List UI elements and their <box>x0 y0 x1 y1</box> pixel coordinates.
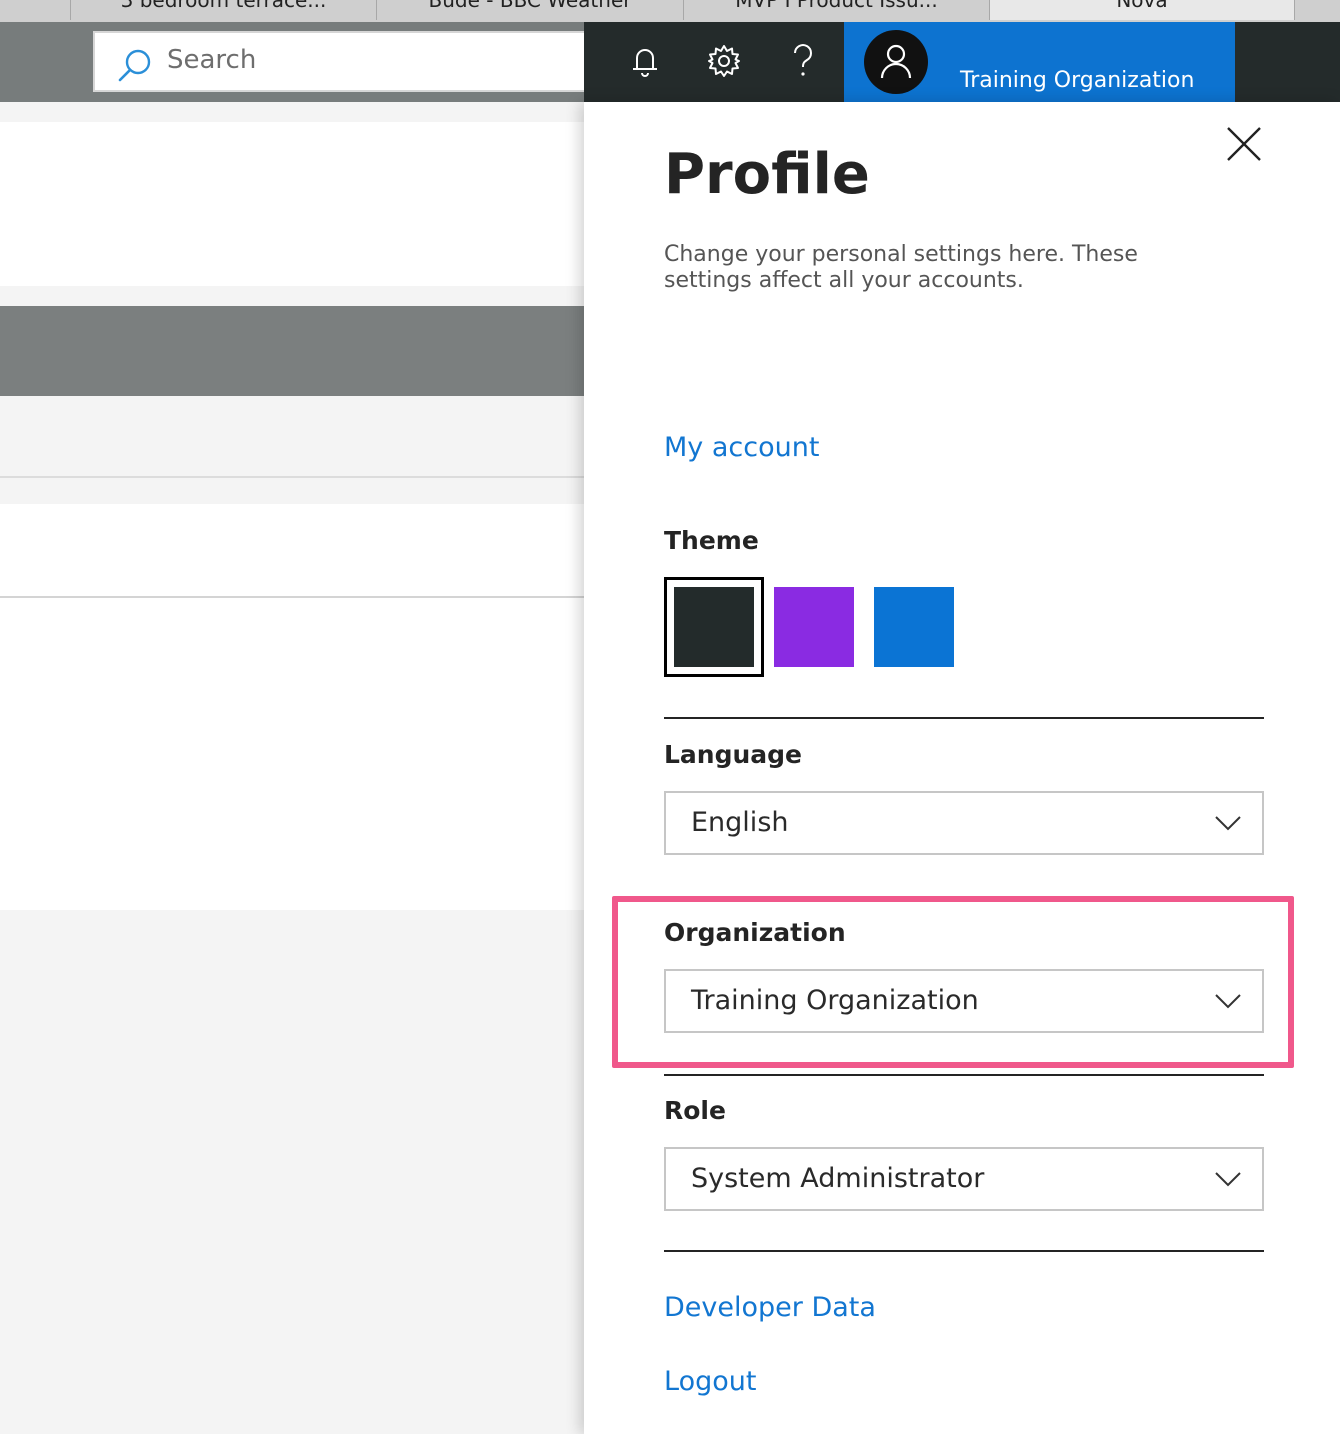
search-input[interactable]: Search <box>167 45 256 75</box>
chevron-down-icon <box>1215 816 1241 831</box>
logout-link[interactable]: Logout <box>664 1366 756 1397</box>
profile-description: Change your personal settings here. Thes… <box>664 242 1138 293</box>
header-organization-name: Training Organization <box>960 68 1195 93</box>
organization-select[interactable]: Training Organization <box>664 969 1264 1033</box>
user-icon <box>880 44 912 79</box>
search-box[interactable]: Search <box>93 31 584 92</box>
browser-tab-strip: 3 bedroom terrace... Bude - BBC Weather … <box>0 0 1340 22</box>
role-label: Role <box>664 1096 726 1125</box>
avatar[interactable] <box>864 30 928 94</box>
theme-label: Theme <box>664 526 759 555</box>
search-icon[interactable] <box>115 45 155 85</box>
chevron-down-icon <box>1215 994 1241 1009</box>
browser-tab-label: MVP I Product Issu... <box>735 0 938 12</box>
theme-swatch-purple[interactable] <box>774 587 854 667</box>
browser-tab-label: Bude - BBC Weather <box>428 0 632 12</box>
my-account-link[interactable]: My account <box>664 432 819 463</box>
language-value: English <box>691 807 789 838</box>
divider <box>664 717 1264 719</box>
gear-icon[interactable] <box>703 40 745 82</box>
browser-tab-active[interactable]: Nova <box>989 0 1295 20</box>
theme-swatch-blue[interactable] <box>874 587 954 667</box>
page-title: Profile <box>664 142 870 207</box>
divider <box>664 1250 1264 1252</box>
close-icon[interactable] <box>1224 124 1264 164</box>
background-card <box>0 598 584 910</box>
browser-tab[interactable]: MVP I Product Issu... <box>683 0 990 20</box>
bell-icon[interactable] <box>624 40 666 82</box>
role-value: System Administrator <box>691 1163 985 1194</box>
developer-data-link[interactable]: Developer Data <box>664 1292 876 1323</box>
divider <box>664 1074 1264 1076</box>
background-card <box>0 122 584 286</box>
browser-tab[interactable]: Bude - BBC Weather <box>376 0 684 20</box>
language-select[interactable]: English <box>664 791 1264 855</box>
background-band <box>0 306 584 396</box>
theme-swatch-dark[interactable] <box>674 587 754 667</box>
role-select[interactable]: System Administrator <box>664 1147 1264 1211</box>
user-menu[interactable]: Training Organization <box>844 22 1235 102</box>
organization-label: Organization <box>664 918 846 947</box>
chevron-down-icon <box>1215 1172 1241 1187</box>
browser-tab[interactable]: 3 bedroom terrace... <box>70 0 377 20</box>
language-label: Language <box>664 740 803 769</box>
profile-panel: Profile Change your personal settings he… <box>584 102 1340 1434</box>
browser-tab-label: 3 bedroom terrace... <box>120 0 327 12</box>
organization-value: Training Organization <box>691 985 979 1016</box>
background-card <box>0 504 584 598</box>
app-header-right: Training Organization <box>584 22 1340 102</box>
background-row <box>0 396 584 478</box>
browser-tab-label: Nova <box>1116 0 1168 12</box>
help-icon[interactable] <box>782 40 824 82</box>
